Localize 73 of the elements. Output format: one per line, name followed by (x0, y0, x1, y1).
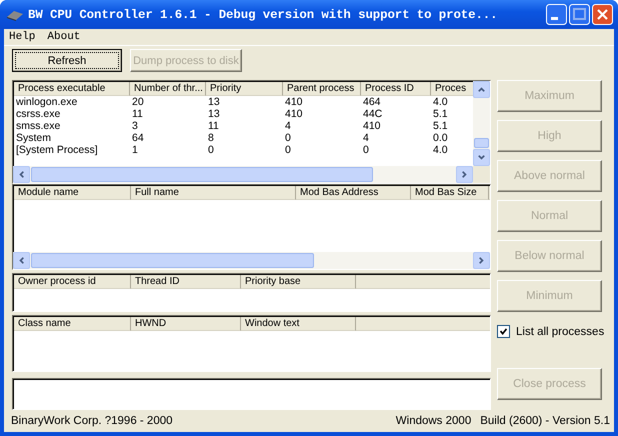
table-cell-text: 20 (131, 96, 145, 108)
menu-item[interactable]: About (47, 31, 80, 43)
column-header[interactable]: Process executable (14, 82, 130, 96)
horizontal-scrollbar[interactable] (13, 166, 490, 184)
column-header[interactable]: Process ID (361, 82, 431, 96)
table-cell-text: winlogon.exe (15, 96, 78, 108)
maximize-button[interactable] (569, 4, 590, 25)
table-cell-text: 5.1 (432, 120, 449, 132)
scroll-right-button[interactable] (456, 166, 473, 184)
table-cell-text: 5.1 (432, 108, 449, 120)
column-header[interactable]: Number of thr... (130, 82, 206, 96)
table-cell-text: System (15, 132, 52, 144)
table-cell-text: 0 (207, 144, 215, 156)
table-cell-text: 8 (207, 132, 215, 144)
table-cell-text: [System Process] (15, 144, 99, 156)
column-header[interactable]: Parent process (283, 82, 361, 96)
table-cell-text: 0 (284, 132, 292, 144)
vertical-scrollbar[interactable] (473, 81, 490, 166)
refresh-button[interactable]: Refresh (12, 49, 122, 72)
build-version-text: Build (2600) - Version 5.1 (480, 415, 610, 427)
column-header[interactable]: Priority base (241, 274, 356, 289)
horizontal-scrollbar[interactable] (13, 252, 490, 269)
scrollbar-thumb[interactable] (31, 167, 373, 182)
table-cell-text: 4 (284, 120, 292, 132)
column-header[interactable]: Thread ID (131, 274, 241, 289)
table-cell-text: 4.0 (432, 96, 449, 108)
scroll-up-button[interactable] (473, 81, 490, 98)
scrollbar-thumb[interactable] (474, 138, 489, 148)
chip-icon (6, 8, 24, 20)
scroll-left-button[interactable] (13, 166, 30, 184)
copyright-text: BinaryWork Corp. ?1996 - 2000 (11, 415, 173, 427)
table-cell-text: 3 (131, 120, 139, 132)
table-cell-text: 0 (362, 144, 370, 156)
scroll-right-button[interactable] (473, 252, 490, 269)
table-cell-text: 4.0 (432, 144, 449, 156)
table-cell-text: 410 (284, 108, 304, 120)
table-cell-text: 0.0 (432, 132, 449, 144)
table-cell-text: 44C (362, 108, 384, 120)
column-header[interactable]: Mod Bas Address (296, 186, 411, 200)
checkbox-label[interactable]: List all processes (516, 326, 604, 338)
scrollbar-thumb[interactable] (31, 252, 314, 268)
table-cell-text: 0 (284, 144, 292, 156)
table-cell-text: 410 (284, 96, 304, 108)
column-header[interactable]: Proces (431, 82, 473, 96)
scroll-left-button[interactable] (13, 252, 30, 269)
scrollbar-corner (473, 166, 490, 184)
close-button[interactable] (592, 4, 613, 25)
column-header[interactable]: Class name (14, 316, 131, 331)
table-cell-text: 64 (131, 132, 145, 144)
minimize-button[interactable] (546, 4, 567, 25)
column-header[interactable]: Window text (241, 316, 356, 331)
column-header[interactable]: HWND (131, 316, 241, 331)
window-title: BW CPU Controller 1.6.1 - Debug version with support to prote... (28, 8, 498, 22)
column-header[interactable]: Mod Bas Size (411, 186, 489, 200)
column-header[interactable]: Module name (14, 186, 131, 200)
table-cell-text: 410 (362, 120, 382, 132)
os-version-text: Windows 2000 (396, 415, 472, 427)
text-field[interactable] (12, 378, 491, 410)
table-cell-text: 4 (362, 132, 370, 144)
table-cell-text: 1 (131, 144, 139, 156)
column-header[interactable]: Full name (131, 186, 296, 200)
table-cell-text: csrss.exe (15, 108, 62, 120)
table-cell-text: 11 (207, 120, 220, 132)
table-cell-text: smss.exe (15, 120, 62, 132)
table-cell-text: 11 (131, 108, 144, 120)
column-header[interactable]: Owner process id (14, 274, 131, 289)
column-header[interactable]: Priority (206, 82, 283, 96)
menu-item[interactable]: Help (9, 31, 36, 43)
table-cell-text: 464 (362, 96, 382, 108)
table-cell-text: 13 (207, 96, 221, 108)
table-cell-text: 13 (207, 108, 221, 120)
scroll-down-button[interactable] (473, 149, 490, 166)
checkbox[interactable] (497, 325, 510, 338)
